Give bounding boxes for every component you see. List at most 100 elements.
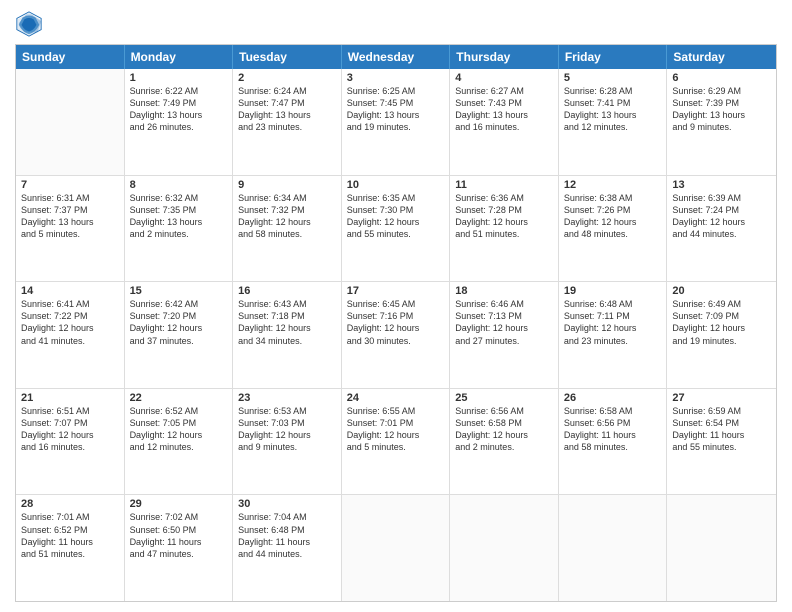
calendar-header: SundayMondayTuesdayWednesdayThursdayFrid… [16,45,776,69]
day-info: Sunrise: 6:24 AM Sunset: 7:47 PM Dayligh… [238,85,336,134]
day-info: Sunrise: 6:48 AM Sunset: 7:11 PM Dayligh… [564,298,662,347]
day-cell-12: 12Sunrise: 6:38 AM Sunset: 7:26 PM Dayli… [559,176,668,282]
day-number: 25 [455,392,553,404]
page: SundayMondayTuesdayWednesdayThursdayFrid… [0,0,792,612]
day-info: Sunrise: 6:42 AM Sunset: 7:20 PM Dayligh… [130,298,228,347]
weekday-header-tuesday: Tuesday [233,45,342,69]
day-cell-1: 1Sunrise: 6:22 AM Sunset: 7:49 PM Daylig… [125,69,234,175]
day-number: 30 [238,498,336,510]
logo [15,10,47,38]
day-number: 19 [564,285,662,297]
calendar-row-3: 21Sunrise: 6:51 AM Sunset: 7:07 PM Dayli… [16,388,776,495]
weekday-header-saturday: Saturday [667,45,776,69]
weekday-header-sunday: Sunday [16,45,125,69]
day-cell-22: 22Sunrise: 6:52 AM Sunset: 7:05 PM Dayli… [125,389,234,495]
day-info: Sunrise: 6:58 AM Sunset: 6:56 PM Dayligh… [564,405,662,454]
day-number: 9 [238,179,336,191]
day-info: Sunrise: 7:01 AM Sunset: 6:52 PM Dayligh… [21,511,119,560]
day-number: 3 [347,72,445,84]
calendar-row-2: 14Sunrise: 6:41 AM Sunset: 7:22 PM Dayli… [16,281,776,388]
day-cell-16: 16Sunrise: 6:43 AM Sunset: 7:18 PM Dayli… [233,282,342,388]
day-info: Sunrise: 6:34 AM Sunset: 7:32 PM Dayligh… [238,192,336,241]
day-number: 26 [564,392,662,404]
day-number: 1 [130,72,228,84]
day-info: Sunrise: 6:45 AM Sunset: 7:16 PM Dayligh… [347,298,445,347]
empty-cell-4-6 [667,495,776,601]
empty-cell-4-5 [559,495,668,601]
day-number: 27 [672,392,771,404]
day-cell-10: 10Sunrise: 6:35 AM Sunset: 7:30 PM Dayli… [342,176,451,282]
empty-cell-4-4 [450,495,559,601]
day-number: 11 [455,179,553,191]
calendar-body: 1Sunrise: 6:22 AM Sunset: 7:49 PM Daylig… [16,69,776,601]
day-number: 16 [238,285,336,297]
day-info: Sunrise: 6:52 AM Sunset: 7:05 PM Dayligh… [130,405,228,454]
day-cell-13: 13Sunrise: 6:39 AM Sunset: 7:24 PM Dayli… [667,176,776,282]
day-info: Sunrise: 6:29 AM Sunset: 7:39 PM Dayligh… [672,85,771,134]
calendar-row-4: 28Sunrise: 7:01 AM Sunset: 6:52 PM Dayli… [16,494,776,601]
day-cell-14: 14Sunrise: 6:41 AM Sunset: 7:22 PM Dayli… [16,282,125,388]
day-cell-8: 8Sunrise: 6:32 AM Sunset: 7:35 PM Daylig… [125,176,234,282]
day-info: Sunrise: 6:38 AM Sunset: 7:26 PM Dayligh… [564,192,662,241]
day-cell-29: 29Sunrise: 7:02 AM Sunset: 6:50 PM Dayli… [125,495,234,601]
day-info: Sunrise: 6:39 AM Sunset: 7:24 PM Dayligh… [672,192,771,241]
day-cell-2: 2Sunrise: 6:24 AM Sunset: 7:47 PM Daylig… [233,69,342,175]
day-number: 7 [21,179,119,191]
day-info: Sunrise: 6:46 AM Sunset: 7:13 PM Dayligh… [455,298,553,347]
day-cell-24: 24Sunrise: 6:55 AM Sunset: 7:01 PM Dayli… [342,389,451,495]
day-info: Sunrise: 6:31 AM Sunset: 7:37 PM Dayligh… [21,192,119,241]
day-number: 17 [347,285,445,297]
weekday-header-friday: Friday [559,45,668,69]
day-number: 21 [21,392,119,404]
weekday-header-wednesday: Wednesday [342,45,451,69]
day-info: Sunrise: 6:49 AM Sunset: 7:09 PM Dayligh… [672,298,771,347]
day-cell-5: 5Sunrise: 6:28 AM Sunset: 7:41 PM Daylig… [559,69,668,175]
day-info: Sunrise: 6:53 AM Sunset: 7:03 PM Dayligh… [238,405,336,454]
day-cell-26: 26Sunrise: 6:58 AM Sunset: 6:56 PM Dayli… [559,389,668,495]
day-cell-19: 19Sunrise: 6:48 AM Sunset: 7:11 PM Dayli… [559,282,668,388]
day-cell-6: 6Sunrise: 6:29 AM Sunset: 7:39 PM Daylig… [667,69,776,175]
day-number: 8 [130,179,228,191]
day-info: Sunrise: 6:51 AM Sunset: 7:07 PM Dayligh… [21,405,119,454]
day-cell-11: 11Sunrise: 6:36 AM Sunset: 7:28 PM Dayli… [450,176,559,282]
day-info: Sunrise: 6:27 AM Sunset: 7:43 PM Dayligh… [455,85,553,134]
day-number: 29 [130,498,228,510]
day-number: 20 [672,285,771,297]
day-cell-7: 7Sunrise: 6:31 AM Sunset: 7:37 PM Daylig… [16,176,125,282]
day-info: Sunrise: 6:43 AM Sunset: 7:18 PM Dayligh… [238,298,336,347]
day-info: Sunrise: 7:04 AM Sunset: 6:48 PM Dayligh… [238,511,336,560]
day-info: Sunrise: 6:41 AM Sunset: 7:22 PM Dayligh… [21,298,119,347]
day-cell-3: 3Sunrise: 6:25 AM Sunset: 7:45 PM Daylig… [342,69,451,175]
day-number: 12 [564,179,662,191]
day-cell-27: 27Sunrise: 6:59 AM Sunset: 6:54 PM Dayli… [667,389,776,495]
day-info: Sunrise: 6:22 AM Sunset: 7:49 PM Dayligh… [130,85,228,134]
day-info: Sunrise: 6:32 AM Sunset: 7:35 PM Dayligh… [130,192,228,241]
day-info: Sunrise: 7:02 AM Sunset: 6:50 PM Dayligh… [130,511,228,560]
day-info: Sunrise: 6:59 AM Sunset: 6:54 PM Dayligh… [672,405,771,454]
day-cell-25: 25Sunrise: 6:56 AM Sunset: 6:58 PM Dayli… [450,389,559,495]
day-cell-20: 20Sunrise: 6:49 AM Sunset: 7:09 PM Dayli… [667,282,776,388]
day-number: 13 [672,179,771,191]
day-cell-17: 17Sunrise: 6:45 AM Sunset: 7:16 PM Dayli… [342,282,451,388]
day-cell-18: 18Sunrise: 6:46 AM Sunset: 7:13 PM Dayli… [450,282,559,388]
day-number: 10 [347,179,445,191]
day-info: Sunrise: 6:35 AM Sunset: 7:30 PM Dayligh… [347,192,445,241]
day-number: 14 [21,285,119,297]
empty-cell-4-3 [342,495,451,601]
day-number: 2 [238,72,336,84]
logo-icon [15,10,43,38]
calendar-row-0: 1Sunrise: 6:22 AM Sunset: 7:49 PM Daylig… [16,69,776,175]
day-cell-4: 4Sunrise: 6:27 AM Sunset: 7:43 PM Daylig… [450,69,559,175]
day-cell-9: 9Sunrise: 6:34 AM Sunset: 7:32 PM Daylig… [233,176,342,282]
header [15,10,777,38]
calendar: SundayMondayTuesdayWednesdayThursdayFrid… [15,44,777,602]
day-cell-30: 30Sunrise: 7:04 AM Sunset: 6:48 PM Dayli… [233,495,342,601]
weekday-header-monday: Monday [125,45,234,69]
day-number: 18 [455,285,553,297]
weekday-header-thursday: Thursday [450,45,559,69]
day-cell-28: 28Sunrise: 7:01 AM Sunset: 6:52 PM Dayli… [16,495,125,601]
day-info: Sunrise: 6:56 AM Sunset: 6:58 PM Dayligh… [455,405,553,454]
day-info: Sunrise: 6:36 AM Sunset: 7:28 PM Dayligh… [455,192,553,241]
day-number: 22 [130,392,228,404]
day-number: 6 [672,72,771,84]
